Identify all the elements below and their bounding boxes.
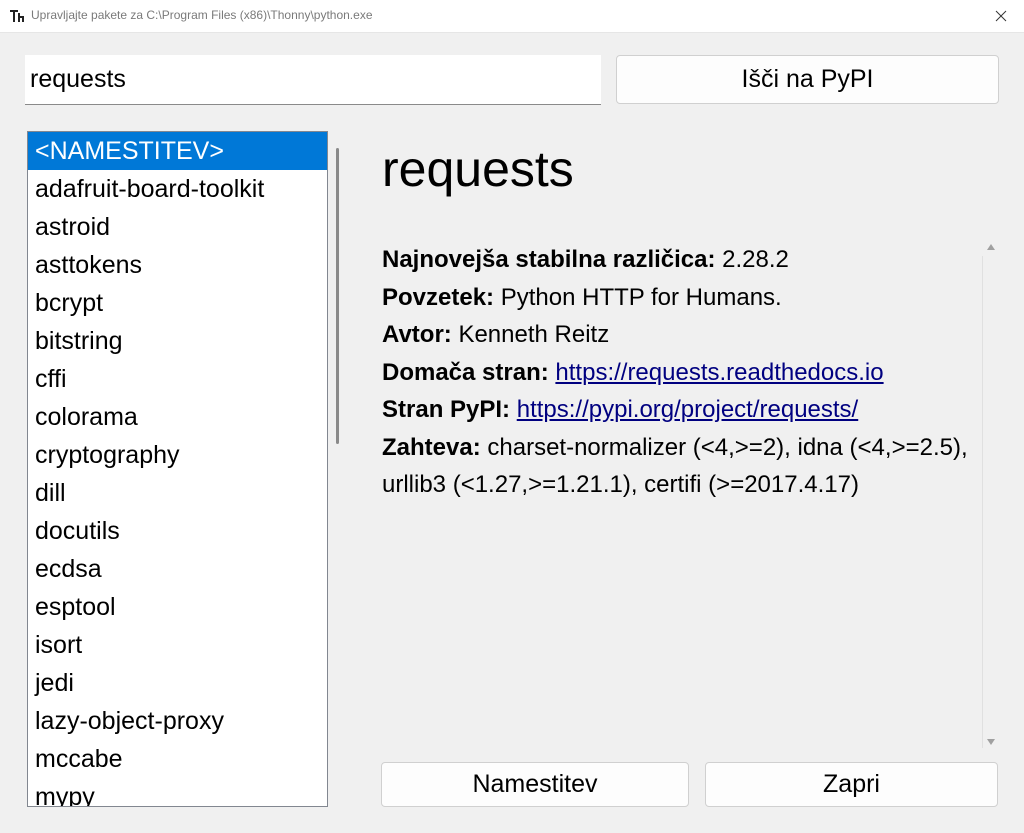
package-list-item[interactable]: dill xyxy=(28,474,327,512)
info-scrollbar-track[interactable] xyxy=(982,256,983,748)
package-title: requests xyxy=(382,141,574,197)
latest-version-row: Najnovejša stabilna različica: 2.28.2 xyxy=(382,241,972,279)
close-icon xyxy=(995,10,1007,22)
author-value: Kenneth Reitz xyxy=(458,321,610,348)
homepage-row: Domača stran: https://requests.readthedo… xyxy=(382,354,972,392)
package-list-item[interactable]: esptool xyxy=(28,588,327,626)
requires-label: Zahteva: xyxy=(382,433,481,461)
package-list-item[interactable]: mccabe xyxy=(28,740,327,778)
thonny-app-icon xyxy=(10,10,24,22)
package-search-input[interactable] xyxy=(25,55,601,105)
package-list-item[interactable]: jedi xyxy=(28,664,327,702)
author-row: Avtor: Kenneth Reitz xyxy=(382,316,972,354)
scroll-down-arrow-icon[interactable] xyxy=(985,737,997,747)
scroll-up-arrow-icon[interactable] xyxy=(985,242,997,252)
package-list-item[interactable]: bitstring xyxy=(28,322,327,360)
package-list-item[interactable]: docutils xyxy=(28,512,327,550)
pypi-page-link[interactable]: https://pypi.org/project/requests/ xyxy=(517,396,859,423)
install-button[interactable]: Namestitev xyxy=(381,762,689,807)
package-info: Najnovejša stabilna različica: 2.28.2 Po… xyxy=(382,241,972,504)
package-list[interactable]: <NAMESTITEV> adafruit-board-toolkit astroi… xyxy=(27,131,328,807)
latest-version-label: Najnovejša stabilna različica: xyxy=(382,246,716,273)
summary-value: Python HTTP for Humans. xyxy=(500,283,782,311)
window-title: Upravljajte pakete za C:\Program Files (… xyxy=(31,8,373,22)
package-list-item[interactable]: colorama xyxy=(28,398,327,436)
package-list-item[interactable]: asttokens xyxy=(28,246,327,284)
package-list-item[interactable]: adafruit-board-toolkit xyxy=(28,170,327,208)
package-list-item[interactable]: ecdsa xyxy=(28,550,327,588)
summary-row: Povzetek: Python HTTP for Humans. xyxy=(382,279,972,317)
package-list-item[interactable]: cffi xyxy=(28,360,327,398)
search-pypi-button[interactable]: Išči na PyPI xyxy=(616,55,999,104)
package-list-item[interactable]: isort xyxy=(28,626,327,664)
pypi-page-row: Stran PyPI: https://pypi.org/project/req… xyxy=(382,391,972,429)
pypi-page-label: Stran PyPI: xyxy=(382,396,511,423)
homepage-link[interactable]: https://requests.readthedocs.io xyxy=(555,359,883,386)
package-list-item[interactable]: bcrypt xyxy=(28,284,327,322)
title-bar: Upravljajte pakete za C:\Program Files (… xyxy=(0,0,1024,33)
latest-version-value: 2.28.2 xyxy=(722,246,789,273)
window-close-button[interactable] xyxy=(978,0,1024,32)
homepage-label: Domača stran: xyxy=(382,358,549,386)
package-list-item[interactable]: astroid xyxy=(28,208,327,246)
close-button[interactable]: Zapri xyxy=(705,762,998,807)
package-list-item[interactable]: cryptography xyxy=(28,436,327,474)
package-list-scrollbar[interactable] xyxy=(336,148,339,444)
author-label: Avtor: xyxy=(382,321,452,348)
package-list-item[interactable]: <NAMESTITEV> xyxy=(28,132,327,170)
summary-label: Povzetek: xyxy=(382,283,495,311)
package-list-item[interactable]: lazy-object-proxy xyxy=(28,702,327,740)
requires-row: Zahteva: charset-normalizer (<4,>=2), id… xyxy=(382,429,972,504)
package-list-item[interactable]: mypy xyxy=(28,778,327,806)
